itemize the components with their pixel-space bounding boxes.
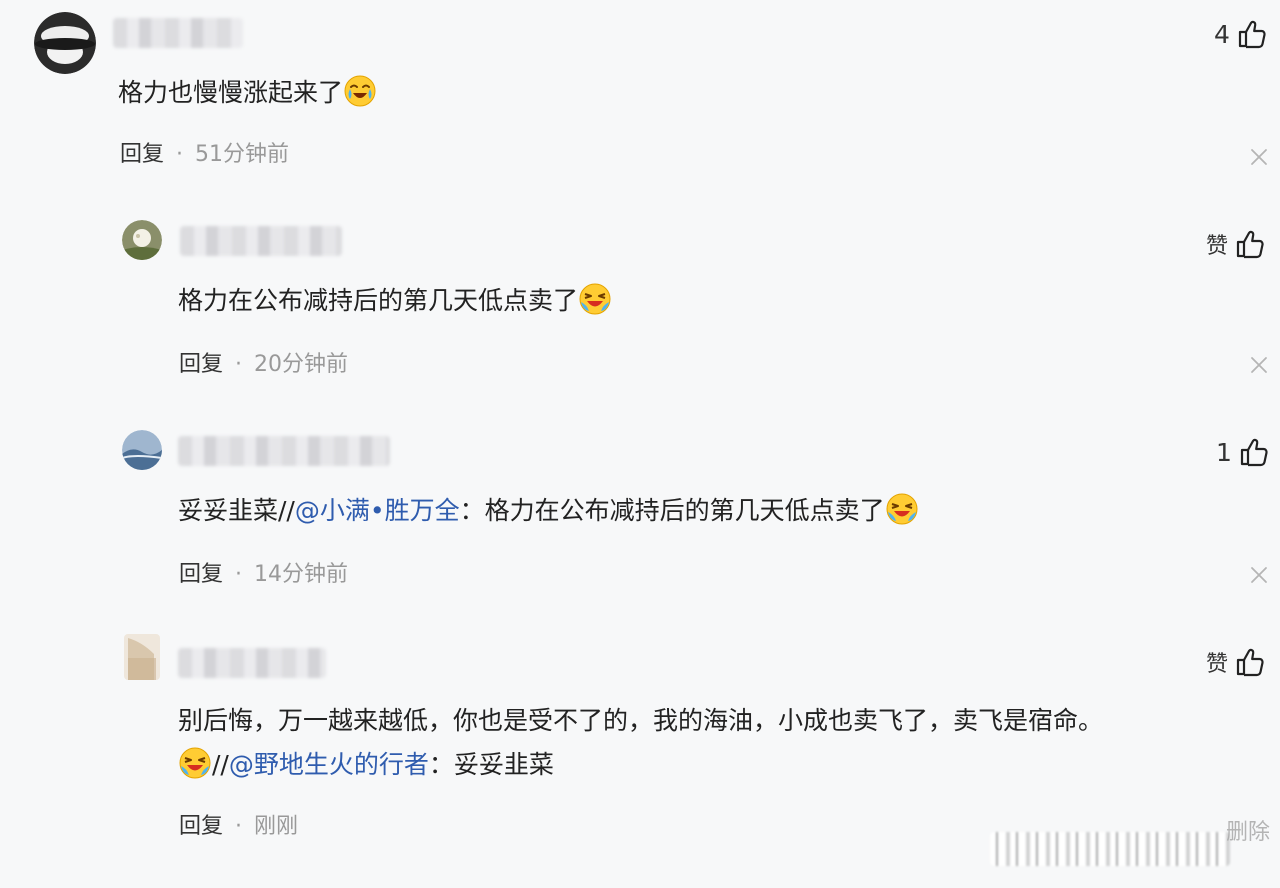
avatar[interactable]: [34, 12, 96, 74]
like-label: 赞: [1206, 234, 1229, 259]
like-count: 1: [1216, 437, 1232, 467]
separator-dot: ·: [235, 352, 243, 377]
reply-button[interactable]: 回复: [179, 562, 223, 587]
crying-laughing-emoji-icon: [343, 74, 377, 108]
close-icon[interactable]: [1250, 148, 1268, 166]
comment-meta: 回复 · 51分钟前: [120, 140, 289, 170]
thumbs-up-icon: [1238, 436, 1270, 468]
like-button[interactable]: 4: [1214, 18, 1268, 50]
watermark-overlay: [990, 832, 1230, 866]
reply-button[interactable]: 回复: [179, 352, 223, 377]
comment-text-line-2: //@野地生火的行者：妥妥韭菜: [178, 740, 554, 790]
comment-text: 格力也慢慢涨起来了: [118, 68, 377, 118]
close-icon[interactable]: [1250, 566, 1268, 584]
like-button[interactable]: 赞: [1206, 646, 1266, 678]
username-blurred[interactable]: [178, 648, 326, 678]
avatar[interactable]: [124, 634, 160, 680]
username-blurred[interactable]: [113, 18, 243, 48]
crying-laughing-emoji-icon: [578, 282, 612, 316]
crying-laughing-emoji-icon: [178, 746, 212, 780]
separator-dot: ·: [235, 814, 243, 839]
mention-link[interactable]: @小满•胜万全: [295, 496, 460, 525]
timestamp: 20分钟前: [254, 352, 349, 377]
like-button[interactable]: 赞: [1206, 228, 1266, 260]
comment-text-line-1: 别后悔，万一越来越低，你也是受不了的，我的海油，小成也卖飞了，卖飞是宿命。: [178, 706, 1104, 735]
username-blurred[interactable]: [180, 226, 342, 256]
comment-text: 格力在公布减持后的第几天低点卖了: [178, 276, 612, 326]
timestamp: 51分钟前: [195, 142, 290, 167]
avatar[interactable]: [122, 220, 162, 260]
comment-meta: 回复 · 刚刚: [179, 812, 298, 842]
thumbs-up-icon: [1234, 646, 1266, 678]
close-icon[interactable]: [1250, 356, 1268, 374]
username-blurred[interactable]: [178, 436, 390, 466]
thumbs-up-icon: [1236, 18, 1268, 50]
timestamp: 刚刚: [254, 814, 299, 839]
reply-button[interactable]: 回复: [179, 814, 223, 839]
thumbs-up-icon: [1234, 228, 1266, 260]
like-label: 赞: [1206, 652, 1229, 677]
avatar[interactable]: [122, 430, 162, 470]
separator-dot: ·: [235, 562, 243, 587]
mention-link[interactable]: @野地生火的行者: [229, 750, 429, 779]
comment-text: 妥妥韭菜//@小满•胜万全：格力在公布减持后的第几天低点卖了: [178, 486, 919, 536]
timestamp: 14分钟前: [254, 562, 349, 587]
like-button[interactable]: 1: [1216, 436, 1270, 468]
separator-dot: ·: [176, 142, 184, 167]
comment-meta: 回复 · 20分钟前: [179, 350, 348, 380]
crying-laughing-emoji-icon: [885, 492, 919, 526]
comment-meta: 回复 · 14分钟前: [179, 560, 348, 590]
like-count: 4: [1214, 19, 1230, 49]
reply-button[interactable]: 回复: [120, 142, 164, 167]
delete-link[interactable]: 删除: [1226, 814, 1270, 846]
